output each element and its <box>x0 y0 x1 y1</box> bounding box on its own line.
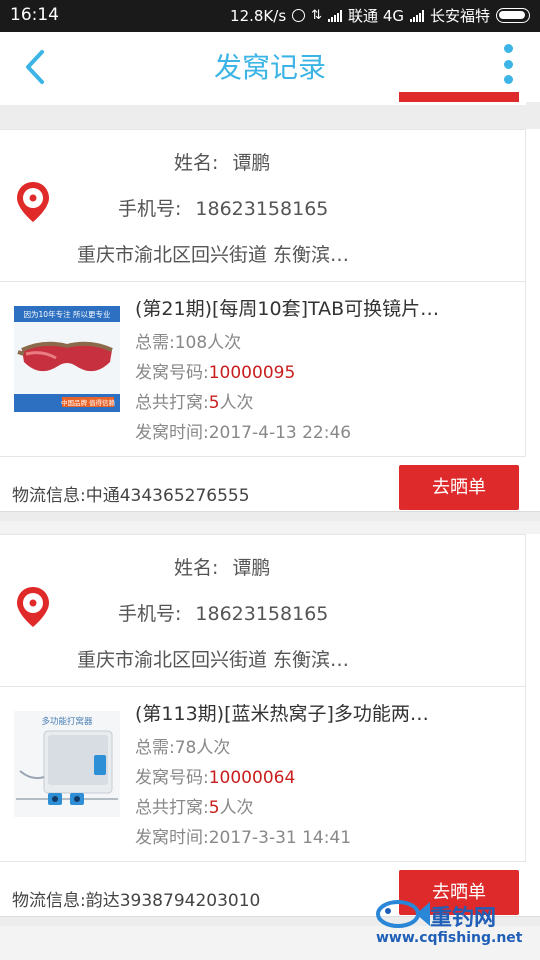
total-times-row: 总共打窝:5人次 <box>135 793 254 818</box>
location-pin-icon <box>17 182 49 222</box>
section-divider <box>0 511 540 521</box>
time-label: 发窝时间: <box>135 423 209 443</box>
record-card: 姓名: 谭鹏 手机号: 18623158165 重庆市渝北区回兴街道 东衡滨… 因为… <box>0 129 540 511</box>
shipping-info: 物流信息:中通434365276555 <box>12 481 250 506</box>
number-value: 10000064 <box>208 768 296 788</box>
record-card: 姓名: 谭鹏 手机号: 18623158165 重庆市渝北区回兴街道 东衡滨… 多功… <box>0 534 540 916</box>
total-need-row: 总需:78人次 <box>135 733 230 758</box>
number-row: 发窝号码:10000095 <box>135 358 295 383</box>
section-divider <box>0 102 540 129</box>
shipping-label: 物流信息: <box>12 891 86 911</box>
card-bottom-edge <box>0 102 526 105</box>
phone-label: 手机号: <box>118 198 182 220</box>
time-value: 2017-4-13 22:46 <box>208 423 352 443</box>
show-order-button[interactable]: 去晒单 <box>399 465 519 510</box>
number-row: 发窝号码:10000064 <box>135 763 295 788</box>
product-title: (第21期)[每周10套]TAB可换镜片… <box>135 298 440 320</box>
shipping-label: 物流信息: <box>12 486 86 506</box>
product-block[interactable]: 因为10年专注 所以更专业 中国品牌 值得信赖 (第21期)[每周10套]TAB… <box>0 281 526 457</box>
total-need-label: 总需: <box>135 333 175 353</box>
time-value: 2017-3-31 14:41 <box>208 828 352 848</box>
page-title: 发窝记录 <box>213 51 326 84</box>
shipping-value: 韵达3938794203010 <box>85 891 261 911</box>
total-need-row: 总需:108人次 <box>135 328 241 353</box>
more-menu-icon[interactable] <box>504 44 514 84</box>
shipping-value: 中通434365276555 <box>85 486 250 506</box>
carrier-1: 联通 4G <box>348 7 404 25</box>
total-times-count: 5 <box>208 393 220 413</box>
phone-row: 手机号: 18623158165 <box>118 194 328 221</box>
total-times-count: 5 <box>208 798 220 818</box>
time-row: 发窝时间:2017-4-13 22:46 <box>135 418 351 443</box>
name-row: 姓名: 谭鹏 <box>174 148 270 175</box>
number-value: 10000095 <box>208 363 296 383</box>
thumb-caption-top: 因为10年专注 所以更专业 <box>24 309 111 319</box>
name-label: 姓名: <box>174 152 219 174</box>
total-need-label: 总需: <box>135 738 175 758</box>
time-row: 发窝时间:2017-3-31 14:41 <box>135 823 351 848</box>
thumb-caption-bottom: 中国品牌 值得信赖 <box>61 398 116 407</box>
watermark-brand: 重钓网 <box>430 906 497 931</box>
address-text: 重庆市渝北区回兴街道 东衡滨… <box>77 649 350 671</box>
phone-row: 手机号: 18623158165 <box>118 599 328 626</box>
network-speed: 12.8K/s <box>230 6 287 25</box>
name-value: 谭鹏 <box>232 557 271 579</box>
total-times-unit: 人次 <box>219 798 254 818</box>
number-label: 发窝号码: <box>135 768 209 788</box>
total-need-value: 78人次 <box>174 738 231 758</box>
product-thumbnail-sunglasses: 因为10年专注 所以更专业 中国品牌 值得信赖 <box>14 306 120 412</box>
name-row: 姓名: 谭鹏 <box>174 553 270 580</box>
data-transfer-icon: ⇅ <box>311 8 323 23</box>
status-time: 16:14 <box>10 5 59 25</box>
name-label: 姓名: <box>174 557 219 579</box>
total-times-label: 总共打窝: <box>135 393 209 413</box>
battery-icon <box>496 8 530 23</box>
phone-value: 18623158165 <box>195 198 329 220</box>
number-label: 发窝号码: <box>135 363 209 383</box>
alarm-icon <box>292 9 306 22</box>
status-indicators: 12.8K/s ⇅ 联通 4G 长安福特 <box>230 5 530 26</box>
phone-label: 手机号: <box>118 603 182 625</box>
product-title: (第113期)[蓝米热窝子]多功能两… <box>135 703 429 725</box>
carrier-2: 长安福特 <box>429 7 490 25</box>
total-need-value: 108人次 <box>174 333 242 353</box>
watermark-url: www.cqfishing.net <box>376 930 523 946</box>
time-label: 发窝时间: <box>135 828 209 848</box>
total-times-label: 总共打窝: <box>135 798 209 818</box>
fish-logo-icon <box>376 900 430 928</box>
section-gap <box>0 521 540 534</box>
product-thumbnail-bait-box: 多功能打窝器 <box>14 711 120 817</box>
product-block[interactable]: 多功能打窝器 (第113期)[蓝米热窝子]多功能两… 总需:78人次 发窝号码:… <box>0 686 526 862</box>
total-times-unit: 人次 <box>219 393 254 413</box>
location-pin-icon <box>17 587 49 627</box>
address-block: 姓名: 谭鹏 手机号: 18623158165 重庆市渝北区回兴街道 东衡滨… <box>0 534 526 686</box>
site-watermark: 重钓网 www.cqfishing.net <box>372 894 532 956</box>
name-value: 谭鹏 <box>232 152 271 174</box>
shipping-info: 物流信息:韵达3938794203010 <box>12 886 260 911</box>
status-bar: 16:14 12.8K/s ⇅ 联通 4G 长安福特 <box>0 0 540 32</box>
signal-icon-2 <box>409 9 424 22</box>
signal-icon <box>328 9 343 22</box>
thumb-caption-top: 多功能打窝器 <box>41 716 93 727</box>
address-text: 重庆市渝北区回兴街道 东衡滨… <box>77 244 350 266</box>
address-block: 姓名: 谭鹏 手机号: 18623158165 重庆市渝北区回兴街道 东衡滨… <box>0 129 526 281</box>
total-times-row: 总共打窝:5人次 <box>135 388 254 413</box>
phone-value: 18623158165 <box>195 603 329 625</box>
